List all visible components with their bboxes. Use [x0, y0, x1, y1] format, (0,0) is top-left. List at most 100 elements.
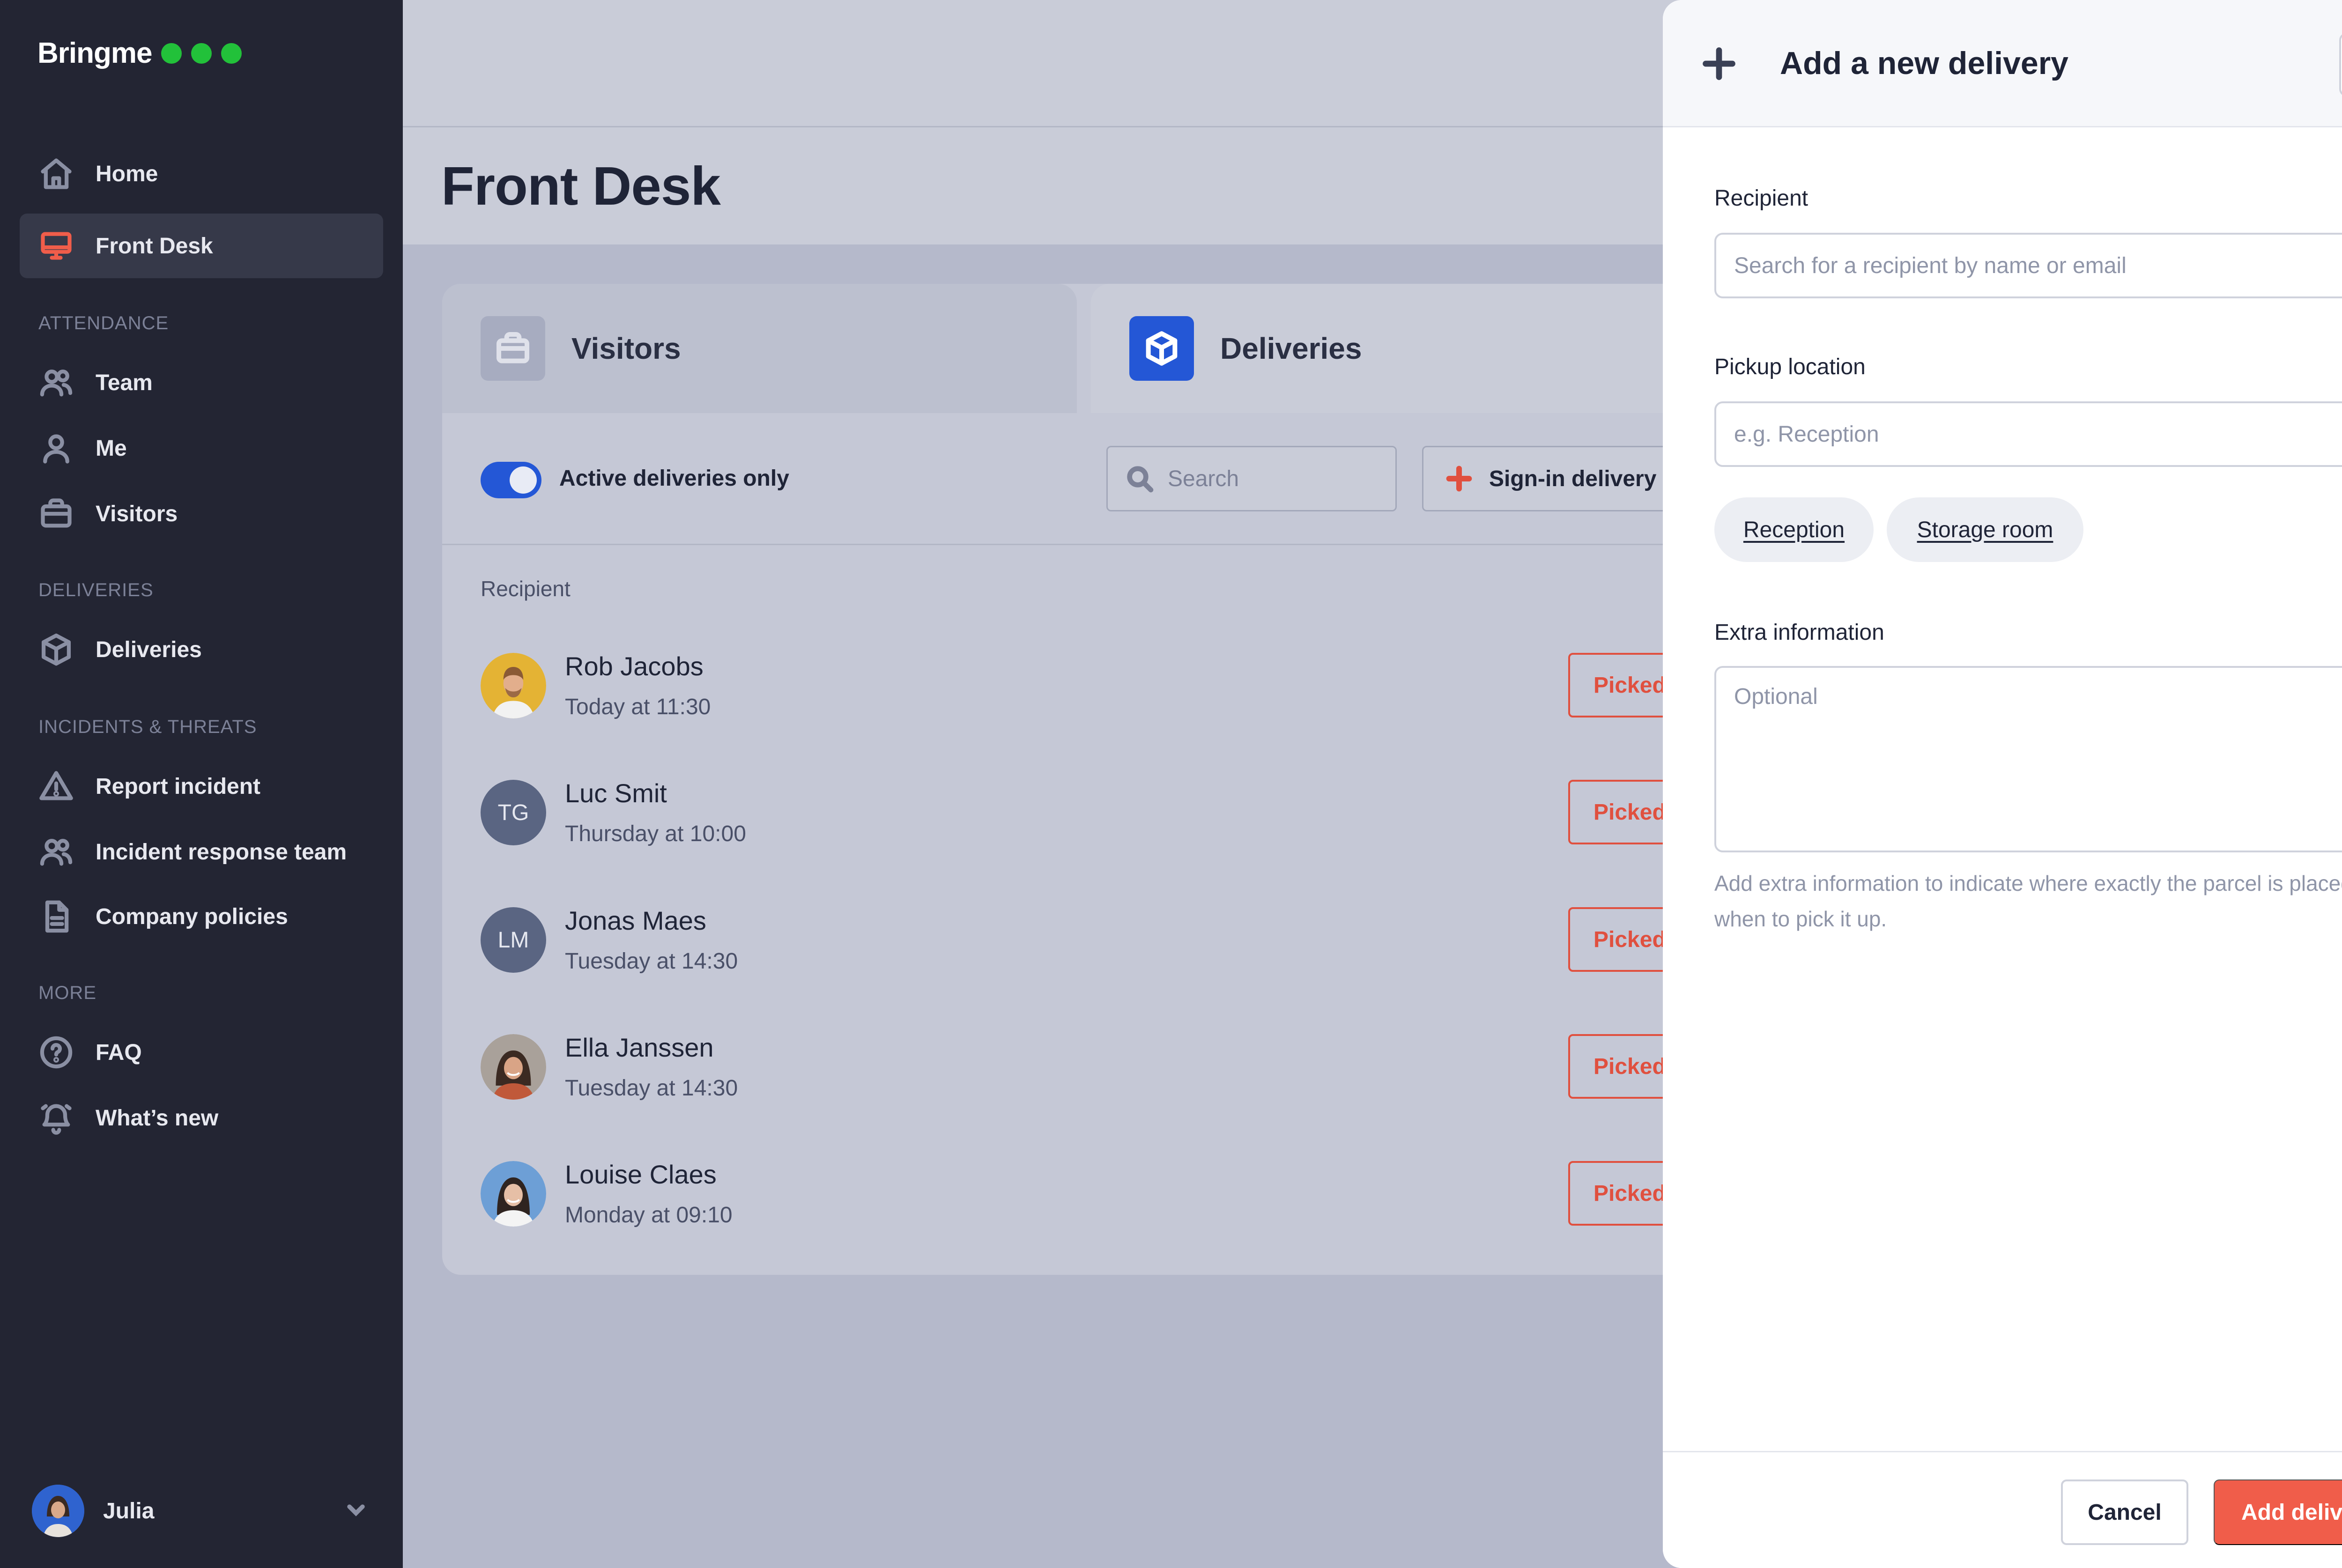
pickup-location-label: Pickup location: [1714, 355, 1866, 379]
sidebar-item-front-desk[interactable]: Front Desk: [20, 214, 383, 278]
column-header-recipient: Recipient: [481, 577, 571, 601]
delivery-time: Today at 11:30: [565, 695, 711, 719]
sidebar-item-visitors[interactable]: Visitors: [20, 481, 383, 546]
extra-information-textarea[interactable]: [1714, 666, 2342, 852]
recipient-name: Luc Smit: [565, 778, 667, 808]
nav-section-more: MORE: [38, 983, 96, 1003]
sidebar-item-company-policies[interactable]: Company policies: [20, 884, 383, 949]
sidebar-item-label: Team: [96, 370, 153, 395]
brand-dot: [191, 43, 212, 64]
sidebar-item-label: Report incident: [96, 774, 261, 799]
tab-deliveries[interactable]: Deliveries: [1091, 284, 1721, 413]
toggle-knob: [510, 466, 537, 494]
home-icon: [38, 156, 74, 192]
package-icon: [1129, 316, 1194, 381]
avatar: [32, 1485, 84, 1537]
sidebar-item-report-incident[interactable]: Report incident: [20, 754, 383, 819]
avatar: TG: [481, 780, 546, 845]
brand-name: Bringme: [37, 37, 152, 69]
sidebar-item-team[interactable]: Team: [20, 350, 383, 415]
brand-logo[interactable]: Bringme: [37, 37, 251, 70]
extra-information-label: Extra information: [1714, 620, 1884, 645]
recipient-search-input[interactable]: [1714, 233, 2342, 298]
avatar: [481, 1161, 546, 1227]
sidebar-item-label: Front Desk: [96, 233, 213, 259]
sidebar-item-label: Deliveries: [96, 637, 202, 662]
table-row[interactable]: LM Jonas Maes Tuesday at 14:30 Picked up: [481, 905, 1721, 976]
cancel-button[interactable]: Cancel: [2061, 1479, 2188, 1545]
pickup-location-input[interactable]: [1714, 401, 2342, 467]
sidebar-item-home[interactable]: Home: [20, 141, 383, 206]
recipient-name: Jonas Maes: [565, 906, 706, 935]
sign-in-delivery-label: Sign-in delivery: [1489, 466, 1657, 491]
sidebar-item-me[interactable]: Me: [20, 416, 383, 481]
monitor-icon: [38, 228, 74, 264]
recipient-name: Louise Claes: [565, 1160, 717, 1189]
location-chip-storage-room[interactable]: Storage room: [1887, 497, 2083, 562]
add-delivery-button[interactable]: Add delivery: [2214, 1479, 2342, 1545]
search-placeholder: Search: [1168, 466, 1239, 491]
active-deliveries-toggle[interactable]: [481, 462, 541, 498]
recipient-name: Rob Jacobs: [565, 651, 704, 681]
search-icon: [1127, 466, 1154, 493]
delivery-time: Tuesday at 14:30: [565, 949, 738, 974]
nav-section-incidents: INCIDENTS & THREATS: [38, 717, 257, 737]
sidebar-item-label: Incident response team: [96, 839, 347, 865]
toggle-label: Active deliveries only: [559, 466, 789, 491]
plus-icon: [1701, 46, 1737, 81]
drawer-footer: Cancel Add delivery: [1663, 1451, 2342, 1568]
drawer-title: Add a new delivery: [1780, 45, 2068, 81]
brand-dot: [221, 43, 242, 64]
close-button[interactable]: [2339, 33, 2342, 96]
deliveries-toolbar: Active deliveries only Search Sign-in de…: [442, 413, 1721, 545]
brand-dots: [161, 43, 251, 64]
bell-icon: [38, 1100, 74, 1136]
nav-section-attendance: ATTENDANCE: [38, 313, 169, 333]
avatar: LM: [481, 907, 546, 973]
add-delivery-drawer: Add a new delivery Recipient Pickup loca…: [1663, 0, 2342, 1568]
brand-dot: [161, 43, 182, 64]
page-title: Front Desk: [441, 155, 721, 216]
avatar: [481, 1034, 546, 1100]
sidebar-item-label: What’s new: [96, 1105, 219, 1131]
sidebar-item-faq[interactable]: FAQ: [20, 1020, 383, 1085]
users-icon: [38, 834, 74, 870]
sidebar-item-deliveries[interactable]: Deliveries: [20, 617, 383, 682]
extra-information-help: Add extra information to indicate where …: [1714, 871, 2342, 931]
recipient-label: Recipient: [1714, 186, 1808, 211]
sidebar-item-label: Visitors: [96, 501, 178, 526]
plus-icon: [1446, 466, 1472, 492]
chevron-down-icon[interactable]: [343, 1497, 369, 1525]
package-icon: [38, 632, 74, 667]
drawer-header: Add a new delivery: [1663, 0, 2342, 127]
sidebar-item-label: FAQ: [96, 1040, 142, 1065]
search-input[interactable]: Search: [1106, 446, 1397, 511]
briefcase-icon: [481, 316, 545, 381]
sidebar: Bringme Home Front Desk ATTENDANCE Team …: [0, 0, 403, 1568]
document-icon: [38, 899, 74, 934]
table-row[interactable]: TG Luc Smit Thursday at 10:00 Picked up: [481, 778, 1721, 848]
table-row[interactable]: Rob Jacobs Today at 11:30 Picked up: [481, 651, 1721, 721]
users-icon: [38, 365, 74, 400]
delivery-time: Monday at 09:10: [565, 1203, 733, 1228]
delivery-time: Tuesday at 14:30: [565, 1076, 738, 1101]
warning-icon: [38, 769, 74, 804]
sidebar-item-whats-new[interactable]: What’s new: [20, 1086, 383, 1150]
sidebar-item-label: Me: [96, 436, 127, 461]
table-row[interactable]: Louise Claes Monday at 09:10 Picked up: [481, 1159, 1721, 1229]
tab-visitors[interactable]: Visitors: [442, 284, 1077, 413]
delivery-time: Thursday at 10:00: [565, 821, 746, 846]
tab-label: Deliveries: [1220, 332, 1362, 365]
location-chip-reception[interactable]: Reception: [1714, 497, 1874, 562]
recipient-name: Ella Janssen: [565, 1033, 714, 1062]
user-icon: [38, 430, 74, 466]
user-menu[interactable]: Julia: [32, 1485, 369, 1537]
user-name: Julia: [103, 1498, 155, 1524]
front-desk-panel: Visitors Deliveries Active deliveries on…: [442, 284, 1721, 1275]
sidebar-item-label: Company policies: [96, 904, 288, 929]
sidebar-item-label: Home: [96, 161, 158, 186]
sidebar-item-incident-response-team[interactable]: Incident response team: [20, 820, 383, 884]
help-circle-icon: [38, 1035, 74, 1070]
nav-section-deliveries: DELIVERIES: [38, 580, 154, 600]
table-row[interactable]: Ella Janssen Tuesday at 14:30 Picked up: [481, 1032, 1721, 1102]
